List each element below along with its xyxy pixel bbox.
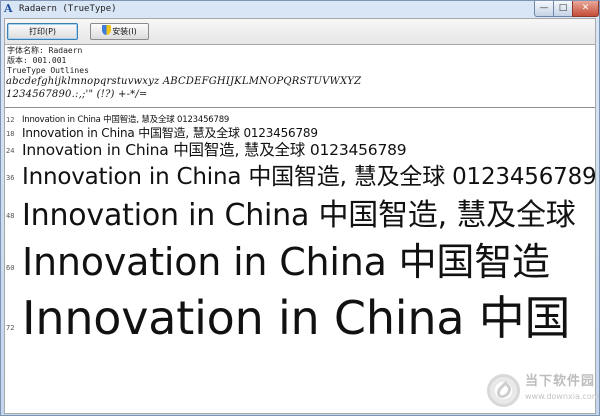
print-button-label: 打印(P): [28, 27, 57, 36]
sample-size-label: 60: [6, 264, 15, 272]
font-viewer-window: A Radaern (TrueType) — □ ✕ 打印(P) 安装(I) 字…: [0, 0, 600, 416]
sample-text: Innovation in China 中国智造, 慧及全球 012345678…: [22, 164, 596, 190]
toolbar: 打印(P) 安装(I): [4, 18, 596, 44]
site-watermark: 当下软件园 www.downxia.com: [487, 374, 600, 414]
sample-size-label: 24: [6, 147, 15, 155]
charset-letters: abcdefghijklmnopqrstuvwxyz ABCDEFGHIJKLM…: [6, 76, 362, 87]
sample-text: Innovation in China 中国智造, 慧及全球: [22, 198, 576, 233]
watermark-pin-icon: [494, 381, 514, 401]
sample-size-label: 36: [6, 174, 15, 182]
sample-text: Innovation in China 中国智造: [22, 240, 550, 284]
sample-size-label: 48: [6, 212, 15, 220]
minimize-button[interactable]: —: [534, 1, 554, 17]
print-button[interactable]: 打印(P): [7, 23, 78, 40]
install-button[interactable]: 安装(I): [90, 23, 149, 40]
uac-shield-icon: [102, 25, 112, 35]
watermark-title: 当下软件园: [525, 374, 596, 389]
font-version-info: 版本: 001.001: [7, 56, 67, 65]
window-title: Radaern (TrueType): [19, 4, 117, 14]
preview-separator: [5, 107, 595, 108]
install-button-label: 安装(I): [112, 27, 137, 36]
watermark-logo-icon: [487, 374, 520, 407]
maximize-button[interactable]: □: [553, 1, 573, 17]
watermark-url: www.downxia.com: [525, 392, 600, 401]
font-name-info: 字体名称: Radaern: [7, 46, 83, 55]
title-bar[interactable]: A Radaern (TrueType) — □ ✕: [1, 1, 599, 17]
sample-size-label: 18: [6, 130, 15, 138]
charset-digits-symbols: 1234567890.:,;'" (!?) +-*/=: [6, 89, 148, 100]
sample-text: Innovation in China 中国: [22, 291, 571, 345]
sample-size-label: 72: [6, 324, 15, 332]
font-preview-pane[interactable]: 字体名称: Radaern 版本: 001.001 TrueType Outli…: [4, 44, 596, 414]
font-app-icon: A: [4, 2, 13, 15]
close-button[interactable]: ✕: [572, 1, 599, 17]
sample-size-label: 12: [6, 116, 15, 124]
font-outline-info: TrueType Outlines: [7, 66, 89, 75]
